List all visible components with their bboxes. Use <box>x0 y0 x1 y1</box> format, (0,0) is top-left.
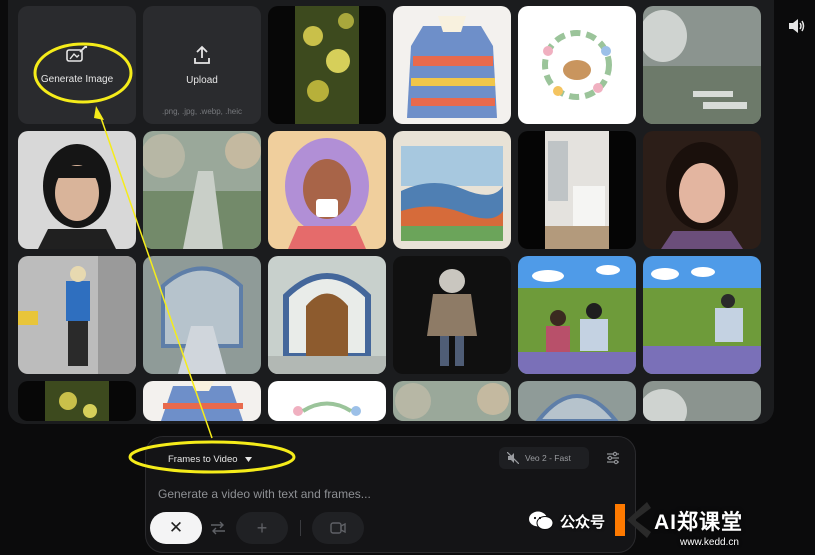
upload-tile[interactable]: Upload .png, .jpg, .webp, .heic <box>143 6 261 124</box>
speaker-icon[interactable] <box>787 17 805 35</box>
caret-down-icon <box>244 456 252 462</box>
generate-image-label: Generate Image <box>40 73 114 85</box>
gallery-image-jacket[interactable] <box>393 6 511 124</box>
settings-sliders-icon[interactable] <box>606 451 620 465</box>
frame-camera-button[interactable] <box>312 512 364 544</box>
gallery-image-portrait-asian[interactable] <box>18 131 136 249</box>
upload-icon <box>194 45 210 64</box>
gallery-image-felt-landscape[interactable] <box>393 131 511 249</box>
gallery-image-stone-path[interactable] <box>143 131 261 249</box>
wechat-icon <box>529 511 554 530</box>
brand-url: www.kedd.cn <box>680 537 739 548</box>
gallery-image-street-style[interactable] <box>18 256 136 374</box>
swap-icon[interactable] <box>210 521 226 535</box>
gallery-image-portrait-woman[interactable] <box>643 131 761 249</box>
upload-label: Upload <box>186 74 218 86</box>
gallery-image-wreath[interactable] <box>518 6 636 124</box>
gallery-image-tile-arch-2[interactable] <box>518 381 636 421</box>
generate-image-icon <box>66 45 88 62</box>
plus-icon: + <box>256 517 268 538</box>
gallery-image-couple-meadow[interactable] <box>518 256 636 374</box>
close-button[interactable]: ✕ <box>150 512 202 544</box>
video-frame-icon <box>330 522 346 534</box>
close-icon: ✕ <box>168 518 184 537</box>
gallery-image-stone-path-2[interactable] <box>393 381 511 421</box>
gallery-image-flowers[interactable] <box>268 6 386 124</box>
wechat-label: 公众号 <box>560 513 606 531</box>
add-frame-button[interactable]: + <box>236 512 288 544</box>
gallery-image-man-meadow[interactable] <box>643 256 761 374</box>
mode-dropdown[interactable]: Frames to Video <box>168 450 252 468</box>
model-selector[interactable]: Veo 2 - Fast <box>499 447 589 469</box>
audio-off-icon <box>507 452 519 464</box>
gallery-image-jacket-2[interactable] <box>143 381 261 421</box>
generate-image-tile[interactable]: Generate Image <box>18 6 136 124</box>
gallery-image-tile-arch-door[interactable] <box>268 256 386 374</box>
model-label: Veo 2 - Fast <box>525 453 571 463</box>
brand-logo-icon <box>615 502 651 538</box>
gallery-image-sheep-figure[interactable] <box>393 256 511 374</box>
divider <box>300 520 301 536</box>
gallery-image-wreath-2[interactable] <box>268 381 386 421</box>
watermark: 公众号 AI郑课堂 www.kedd.cn <box>528 492 815 555</box>
gallery-image-illustration-drink[interactable] <box>268 131 386 249</box>
mode-dropdown-label: Frames to Video <box>168 453 238 465</box>
upload-formats: .png, .jpg, .webp, .heic <box>161 107 243 116</box>
image-gallery-panel: Generate Image Upload .png, .jpg, .webp,… <box>8 0 774 424</box>
gallery-image-teapot-path[interactable] <box>643 6 761 124</box>
gallery-image-interior[interactable] <box>518 131 636 249</box>
gallery-image-teapot-2[interactable] <box>643 381 761 421</box>
gallery-image-flowers-2[interactable] <box>18 381 136 421</box>
gallery-image-tile-arch-path[interactable] <box>143 256 261 374</box>
wechat-badge: 公众号 <box>528 510 605 532</box>
brand-text: AI郑课堂 <box>654 511 743 534</box>
